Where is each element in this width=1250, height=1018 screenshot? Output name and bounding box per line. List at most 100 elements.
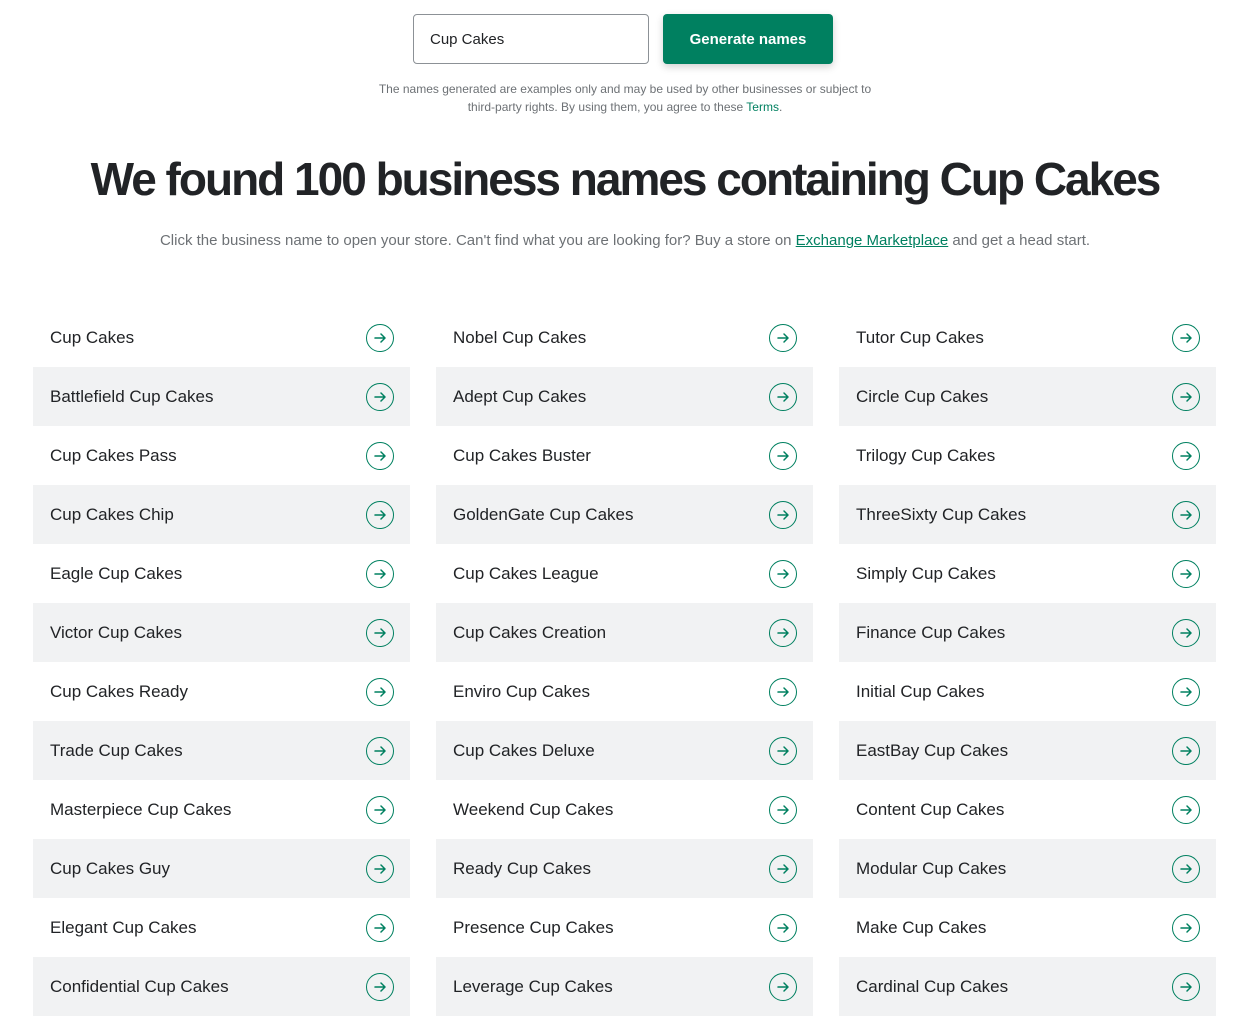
arrow-right-circle-icon[interactable] <box>769 854 797 883</box>
business-name-label: Battlefield Cup Cakes <box>50 386 214 406</box>
arrow-right-circle-icon[interactable] <box>1172 913 1200 942</box>
business-name-label: Eagle Cup Cakes <box>50 563 183 583</box>
arrow-right-circle-icon[interactable] <box>769 382 797 411</box>
business-name-item[interactable]: Initial Cup Cakes <box>839 662 1216 721</box>
business-name-item[interactable]: Elegant Cup Cakes <box>33 898 410 957</box>
business-name-item[interactable]: Cup Cakes Deluxe <box>436 721 813 780</box>
business-name-item[interactable]: Cup Cakes Creation <box>436 603 813 662</box>
arrow-right-circle-icon[interactable] <box>769 323 797 352</box>
arrow-right-circle-icon[interactable] <box>769 441 797 470</box>
arrow-right-circle-icon[interactable] <box>1172 795 1200 824</box>
arrow-right-circle-icon[interactable] <box>1172 854 1200 883</box>
business-name-label: EastBay Cup Cakes <box>856 740 1009 760</box>
business-name-label: ThreeSixty Cup Cakes <box>856 504 1027 524</box>
business-name-label: Elegant Cup Cakes <box>50 917 197 937</box>
arrow-right-circle-icon[interactable] <box>366 854 394 883</box>
business-name-label: Weekend Cup Cakes <box>453 799 614 819</box>
arrow-right-circle-icon[interactable] <box>1172 441 1200 470</box>
business-name-item[interactable]: Circle Cup Cakes <box>839 367 1216 426</box>
arrow-right-circle-icon[interactable] <box>366 795 394 824</box>
business-name-item[interactable]: Modular Cup Cakes <box>839 839 1216 898</box>
business-name-item[interactable]: Cup Cakes League <box>436 544 813 603</box>
business-name-item[interactable]: Adept Cup Cakes <box>436 367 813 426</box>
arrow-right-circle-icon[interactable] <box>1172 972 1200 1001</box>
business-name-item[interactable]: Cardinal Cup Cakes <box>839 957 1216 1016</box>
business-name-item[interactable]: Content Cup Cakes <box>839 780 1216 839</box>
business-name-item[interactable]: ThreeSixty Cup Cakes <box>839 485 1216 544</box>
arrow-right-circle-icon[interactable] <box>1172 323 1200 352</box>
business-name-label: Victor Cup Cakes <box>50 622 182 642</box>
business-name-item[interactable]: Finance Cup Cakes <box>839 603 1216 662</box>
arrow-right-circle-icon[interactable] <box>366 382 394 411</box>
arrow-right-circle-icon[interactable] <box>769 559 797 588</box>
arrow-right-circle-icon[interactable] <box>769 736 797 765</box>
business-name-item[interactable]: Nobel Cup Cakes <box>436 308 813 367</box>
business-name-label: Cardinal Cup Cakes <box>856 976 1009 996</box>
arrow-right-circle-icon[interactable] <box>1172 382 1200 411</box>
arrow-right-circle-icon[interactable] <box>366 677 394 706</box>
arrow-right-circle-icon[interactable] <box>769 795 797 824</box>
business-name-item[interactable]: Cup Cakes Buster <box>436 426 813 485</box>
business-name-label: Cup Cakes Guy <box>50 858 170 878</box>
arrow-right-circle-icon[interactable] <box>769 677 797 706</box>
arrow-right-circle-icon[interactable] <box>1172 500 1200 529</box>
business-name-item[interactable]: Cup Cakes Guy <box>33 839 410 898</box>
arrow-right-circle-icon[interactable] <box>366 323 394 352</box>
business-name-label: Cup Cakes Chip <box>50 504 174 524</box>
arrow-right-circle-icon[interactable] <box>1172 618 1200 647</box>
business-name-label: Simply Cup Cakes <box>856 563 996 583</box>
terms-link[interactable]: Terms <box>746 100 779 114</box>
business-name-item[interactable]: Presence Cup Cakes <box>436 898 813 957</box>
business-name-label: Cup Cakes <box>50 327 135 347</box>
arrow-right-circle-icon[interactable] <box>769 972 797 1001</box>
business-name-item[interactable]: Cup Cakes Ready <box>33 662 410 721</box>
arrow-right-circle-icon[interactable] <box>1172 677 1200 706</box>
business-name-item[interactable]: Cup Cakes Chip <box>33 485 410 544</box>
arrow-right-circle-icon[interactable] <box>769 913 797 942</box>
business-name-label: Enviro Cup Cakes <box>453 681 591 701</box>
business-keyword-input[interactable] <box>413 14 649 64</box>
arrow-right-circle-icon[interactable] <box>366 618 394 647</box>
business-name-item[interactable]: Weekend Cup Cakes <box>436 780 813 839</box>
business-name-item[interactable]: Trilogy Cup Cakes <box>839 426 1216 485</box>
business-name-item[interactable]: Tutor Cup Cakes <box>839 308 1216 367</box>
generate-names-button[interactable]: Generate names <box>663 14 833 64</box>
business-name-item[interactable]: Masterpiece Cup Cakes <box>33 780 410 839</box>
arrow-right-circle-icon[interactable] <box>366 500 394 529</box>
business-name-item[interactable]: Battlefield Cup Cakes <box>33 367 410 426</box>
business-name-item[interactable]: Enviro Cup Cakes <box>436 662 813 721</box>
business-name-item[interactable]: Ready Cup Cakes <box>436 839 813 898</box>
business-name-item[interactable]: Make Cup Cakes <box>839 898 1216 957</box>
business-name-label: Confidential Cup Cakes <box>50 976 229 996</box>
arrow-right-circle-icon[interactable] <box>769 618 797 647</box>
disclaimer-line-2: third-party rights. By using them, you a… <box>467 100 783 114</box>
arrow-right-circle-icon[interactable] <box>769 500 797 529</box>
business-name-item[interactable]: Trade Cup Cakes <box>33 721 410 780</box>
arrow-right-circle-icon[interactable] <box>366 972 394 1001</box>
business-name-label: Cup Cakes Deluxe <box>453 740 595 760</box>
arrow-right-circle-icon[interactable] <box>1172 736 1200 765</box>
business-name-label: Cup Cakes Buster <box>453 445 591 465</box>
business-name-label: GoldenGate Cup Cakes <box>453 504 634 524</box>
arrow-right-circle-icon[interactable] <box>366 736 394 765</box>
business-name-label: Circle Cup Cakes <box>856 386 989 406</box>
business-name-label: Cup Cakes League <box>453 563 599 583</box>
business-name-item[interactable]: Simply Cup Cakes <box>839 544 1216 603</box>
arrow-right-circle-icon[interactable] <box>366 559 394 588</box>
business-name-item[interactable]: EastBay Cup Cakes <box>839 721 1216 780</box>
names-column: Nobel Cup Cakes Adept Cup Cakes Cup Cakes … <box>436 308 813 1016</box>
business-name-item[interactable]: Confidential Cup Cakes <box>33 957 410 1016</box>
business-name-item[interactable]: Cup Cakes <box>33 308 410 367</box>
business-name-item[interactable]: Eagle Cup Cakes <box>33 544 410 603</box>
business-name-item[interactable]: GoldenGate Cup Cakes <box>436 485 813 544</box>
exchange-marketplace-link[interactable]: Exchange Marketplace <box>796 232 949 249</box>
business-name-item[interactable]: Victor Cup Cakes <box>33 603 410 662</box>
arrow-right-circle-icon[interactable] <box>1172 559 1200 588</box>
arrow-right-circle-icon[interactable] <box>366 441 394 470</box>
page-title: We found 100 business names containing C… <box>90 153 1162 205</box>
arrow-right-circle-icon[interactable] <box>366 913 394 942</box>
business-name-label: Masterpiece Cup Cakes <box>50 799 232 819</box>
business-name-item[interactable]: Leverage Cup Cakes <box>436 957 813 1016</box>
business-name-item[interactable]: Cup Cakes Pass <box>33 426 410 485</box>
business-name-label: Presence Cup Cakes <box>453 917 614 937</box>
